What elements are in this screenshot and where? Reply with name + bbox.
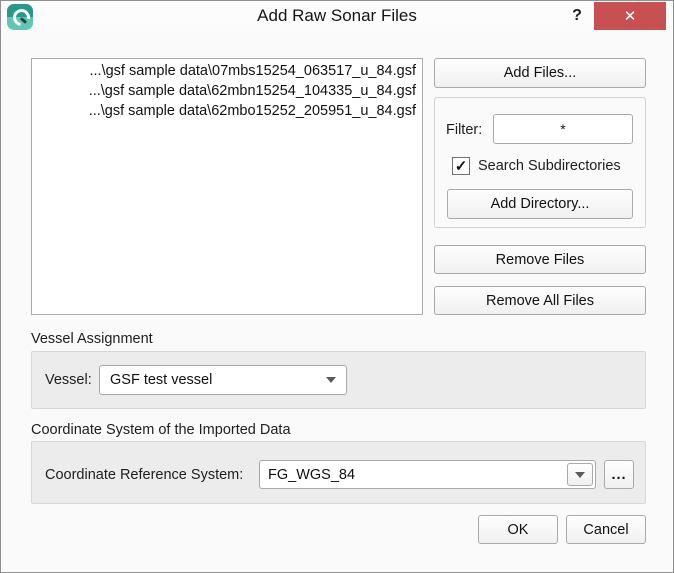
add-directory-button[interactable]: Add Directory... [447,189,633,219]
help-icon: ? [572,7,582,25]
close-button[interactable]: ✕ [594,2,666,30]
help-button[interactable]: ? [565,2,589,29]
dropdown-arrow-icon [575,472,585,478]
search-subdirectories-label[interactable]: Search Subdirectories [478,158,621,174]
filter-input[interactable] [493,114,633,144]
file-list-item[interactable]: ...\gsf sample data\07mbs15254_063517_u_… [32,61,422,81]
remove-all-files-button[interactable]: Remove All Files [434,286,646,315]
cancel-button[interactable]: Cancel [566,515,646,544]
file-list-item[interactable]: ...\gsf sample data\62mbn15254_104335_u_… [32,81,422,101]
search-subdirectories-checkbox[interactable]: ✓ [452,157,470,175]
titlebar: Add Raw Sonar Files ? ✕ [1,1,673,31]
vessel-assignment-section-title: Vessel Assignment [31,331,153,347]
file-list-item[interactable]: ...\gsf sample data\62mbo15252_205951_u_… [32,101,422,121]
crs-label: Coordinate Reference System: [45,467,243,483]
crs-browse-button[interactable]: ... [604,460,634,489]
vessel-select[interactable]: GSF test vessel [99,365,347,395]
add-raw-sonar-files-dialog: Add Raw Sonar Files ? ✕ ...\gsf sample d… [0,0,674,573]
checkmark-icon: ✓ [455,157,468,175]
vessel-label: Vessel: [45,372,92,388]
filter-label: Filter: [446,122,482,138]
ok-button[interactable]: OK [478,515,558,544]
vessel-select-value: GSF test vessel [110,372,212,388]
dropdown-arrow-icon [326,377,336,383]
coordinate-system-section-title: Coordinate System of the Imported Data [31,422,291,438]
crs-dropdown-button[interactable] [567,463,593,486]
close-icon: ✕ [624,7,637,25]
remove-files-button[interactable]: Remove Files [434,245,646,274]
crs-combobox-value: FG_WGS_84 [260,467,567,483]
file-list[interactable]: ...\gsf sample data\07mbs15254_063517_u_… [31,58,423,315]
add-files-button[interactable]: Add Files... [434,58,646,88]
crs-combobox[interactable]: FG_WGS_84 [259,460,596,489]
